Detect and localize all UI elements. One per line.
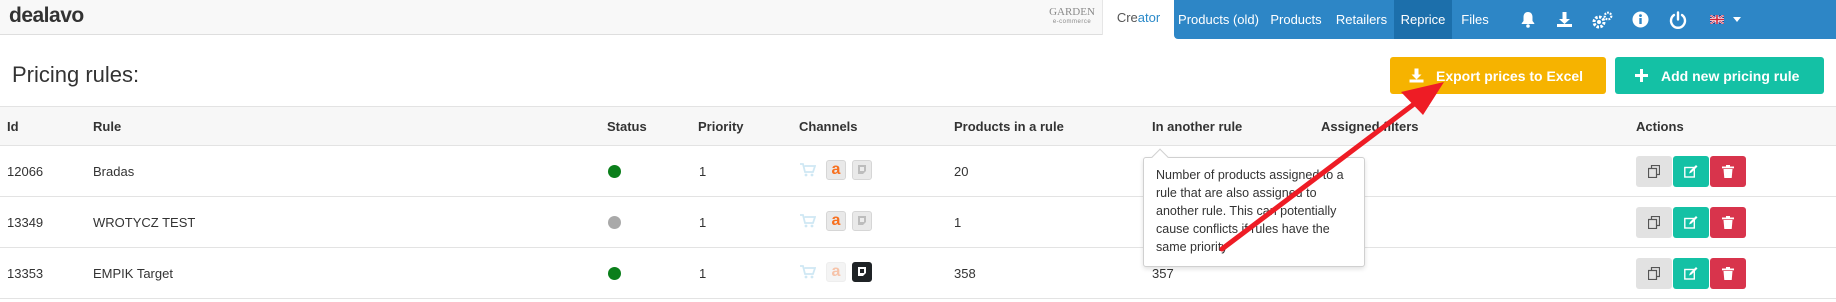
rule-priority: 1: [699, 164, 707, 179]
rule-id: 12066: [7, 164, 44, 179]
column-header-priority[interactable]: Priority: [698, 107, 744, 147]
cart-channel-icon: [798, 160, 818, 180]
table-row: 12066 Bradas 1 a 20: [0, 146, 1836, 197]
nav-products-old[interactable]: Products (old): [1174, 0, 1263, 39]
table-header: Id Rule Status Priority Channels Product…: [0, 106, 1836, 146]
creator-label-prefix: Cre: [1116, 10, 1138, 25]
rule-id: 13353: [7, 266, 44, 281]
rule-id: 13349: [7, 215, 44, 230]
add-pricing-rule-button[interactable]: Add new pricing rule: [1615, 57, 1824, 94]
caret-down-icon[interactable]: [1730, 0, 1744, 39]
rule-priority: 1: [699, 215, 707, 230]
products-in-rule: 358: [954, 266, 976, 281]
settings-icon[interactable]: [1582, 0, 1622, 39]
column-header-assigned-filters: Assigned filters: [1321, 119, 1419, 134]
in-another-rule-tooltip: Number of products assigned to a rule th…: [1143, 148, 1365, 267]
main-nav: Products (old) Products Retailers Repric…: [1174, 0, 1836, 39]
nav-files[interactable]: Files: [1452, 0, 1498, 39]
column-header-status[interactable]: Status: [607, 107, 647, 147]
column-header-products-in-rule[interactable]: Products in a rule: [954, 107, 1064, 147]
copy-rule-button[interactable]: [1636, 258, 1672, 289]
delete-rule-button[interactable]: [1710, 207, 1746, 238]
cart-channel-icon: [798, 211, 818, 231]
column-header-in-another-rule[interactable]: In another rule: [1152, 107, 1242, 147]
tooltip-text: Number of products assigned to a rule th…: [1156, 168, 1344, 254]
empik-channel-icon: [852, 160, 872, 180]
table-row: 13353 EMPIK Target 1 a 358 357: [0, 248, 1836, 299]
column-header-actions: Actions: [1636, 119, 1684, 134]
edit-rule-button[interactable]: [1673, 156, 1709, 187]
column-header-id[interactable]: Id: [7, 107, 19, 147]
download-icon[interactable]: [1546, 0, 1582, 39]
edit-rule-button[interactable]: [1673, 258, 1709, 289]
page-title: Pricing rules:: [12, 62, 140, 87]
nav-retailers[interactable]: Retailers: [1329, 0, 1394, 39]
download-icon: [1408, 68, 1424, 84]
column-header-rule[interactable]: Rule: [93, 107, 121, 147]
bell-icon[interactable]: [1510, 0, 1546, 39]
export-prices-button[interactable]: Export prices to Excel: [1390, 57, 1606, 94]
uk-flag-icon[interactable]: [1704, 0, 1730, 39]
allegro-channel-icon: a: [826, 211, 846, 231]
status-dot-inactive: [608, 216, 621, 229]
creator-link[interactable]: Creator: [1102, 0, 1174, 35]
brand-badge: GARDEN e-commerce: [1049, 7, 1095, 27]
cart-channel-icon: [798, 262, 818, 282]
table-row: 13349 WROTYCZ TEST 1 a 1: [0, 197, 1836, 248]
status-dot-active: [608, 267, 621, 280]
nav-reprice[interactable]: Reprice: [1394, 0, 1452, 39]
products-in-rule: 1: [954, 215, 962, 230]
creator-label-suffix: ator: [1137, 10, 1161, 25]
edit-rule-button[interactable]: [1673, 207, 1709, 238]
allegro-channel-icon: a: [826, 160, 846, 180]
products-in-rule: 20: [954, 164, 969, 179]
brand-badge-subtext: e-commerce: [1052, 19, 1092, 25]
empik-channel-icon: [852, 211, 872, 231]
logo-text: dealavo: [9, 4, 84, 27]
rule-name[interactable]: Bradas: [93, 146, 134, 197]
add-pricing-rule-label: Add new pricing rule: [1661, 67, 1800, 84]
info-icon[interactable]: [1622, 0, 1658, 39]
empik-channel-icon: [852, 262, 872, 282]
rule-priority: 1: [699, 266, 707, 281]
plus-icon: [1633, 68, 1649, 84]
nav-products[interactable]: Products: [1263, 0, 1329, 39]
power-icon[interactable]: [1658, 0, 1698, 39]
export-prices-label: Export prices to Excel: [1436, 67, 1584, 84]
status-dot-active: [608, 165, 621, 178]
logo[interactable]: dealavo: [9, 4, 84, 28]
delete-rule-button[interactable]: [1710, 156, 1746, 187]
delete-rule-button[interactable]: [1710, 258, 1746, 289]
copy-rule-button[interactable]: [1636, 207, 1672, 238]
rule-name[interactable]: WROTYCZ TEST: [93, 197, 195, 248]
rule-name[interactable]: EMPIK Target: [93, 248, 173, 299]
allegro-channel-icon: a: [826, 262, 846, 282]
column-header-channels: Channels: [799, 119, 858, 134]
copy-rule-button[interactable]: [1636, 156, 1672, 187]
